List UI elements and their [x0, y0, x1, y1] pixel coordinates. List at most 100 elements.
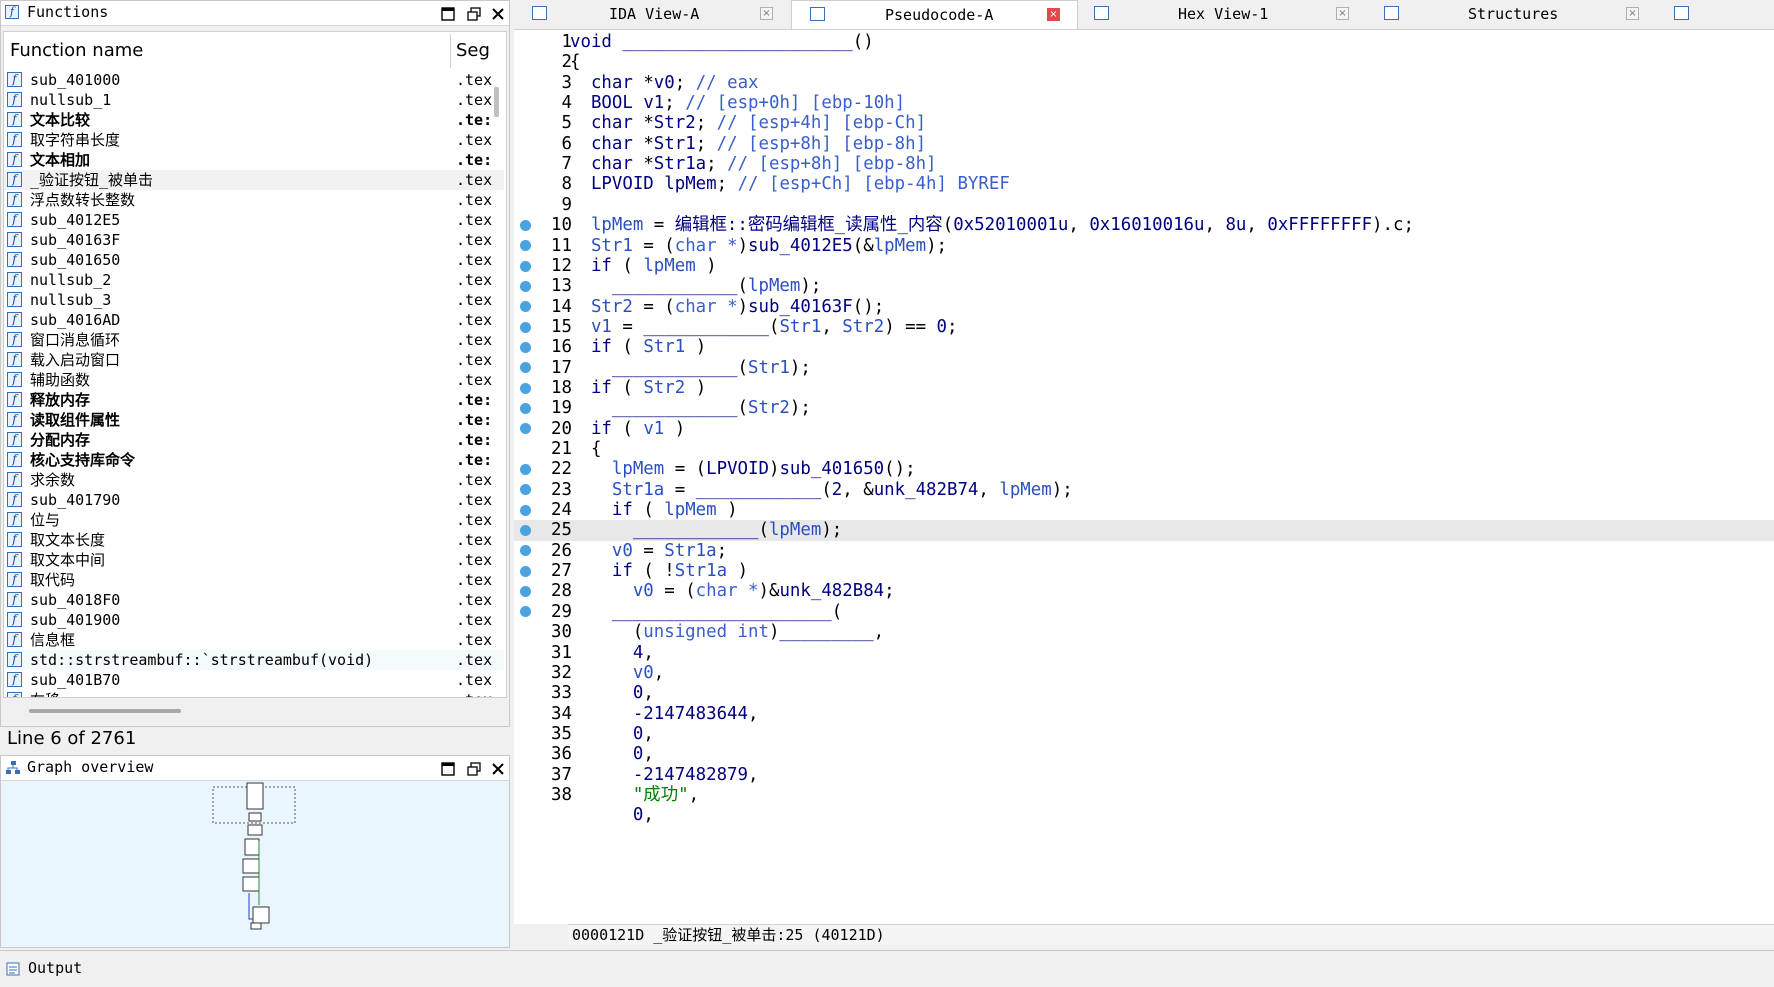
close-icon[interactable]: ×	[1336, 7, 1349, 20]
function-row[interactable]: f sub_401000 .tex	[4, 70, 504, 90]
code-line[interactable]: 16 if ( Str1 )	[514, 337, 1774, 357]
function-row[interactable]: f sub_4012E5 .tex	[4, 210, 504, 230]
function-row[interactable]: f 分配内存 .te:	[4, 430, 504, 450]
horizontal-scrollbar[interactable]	[29, 709, 181, 713]
code-line[interactable]: 11 Str1 = (char *)sub_4012E5(&lpMem);	[514, 236, 1774, 256]
pseudocode-view[interactable]: 1 void ______________________() 2{3 char *…	[514, 30, 1774, 924]
code-line[interactable]: 31 4,	[514, 643, 1774, 663]
code-line[interactable]: 27 if ( !Str1a )	[514, 561, 1774, 581]
code-line[interactable]: 13 ____________(lpMem);	[514, 276, 1774, 296]
function-row[interactable]: f sub_4016AD .tex	[4, 310, 504, 330]
minimize-icon[interactable]	[437, 758, 459, 780]
code-line[interactable]: 22 lpMem = (LPVOID)sub_401650();	[514, 459, 1774, 479]
code-line[interactable]: 28 v0 = (char *)&unk_482B84;	[514, 581, 1774, 601]
code-line[interactable]: 8 LPVOID lpMem; // [esp+Ch] [ebp-4h] BYR…	[514, 174, 1774, 194]
code-line[interactable]: 3 char *v0; // eax	[514, 73, 1774, 93]
code-line[interactable]: 4 BOOL v1; // [esp+0h] [ebp-10h]	[514, 93, 1774, 113]
code-line[interactable]: 10 lpMem = 编辑框::密码编辑框_读属性_内容(0x52010001u…	[514, 215, 1774, 235]
code-line[interactable]: 2{	[514, 52, 1774, 72]
code-line[interactable]: 37 -2147482879,	[514, 765, 1774, 785]
code-line[interactable]: 38 "成功",	[514, 785, 1774, 805]
code-line[interactable]: 9	[514, 195, 1774, 215]
minimize-icon[interactable]	[437, 3, 459, 25]
function-row[interactable]: f sub_401790 .tex	[4, 490, 504, 510]
function-icon: f	[7, 92, 22, 107]
code-line[interactable]: 26 v0 = Str1a;	[514, 541, 1774, 561]
code-line[interactable]: 25 ____________(lpMem);	[514, 520, 1774, 541]
code-line[interactable]: 6 char *Str1; // [esp+8h] [ebp-8h]	[514, 134, 1774, 154]
function-row[interactable]: f 位与 .tex	[4, 510, 504, 530]
code-line[interactable]: 12 if ( lpMem )	[514, 256, 1774, 276]
function-row[interactable]: f 窗口消息循环 .tex	[4, 330, 504, 350]
code-line[interactable]: 7 char *Str1a; // [esp+8h] [ebp-8h]	[514, 154, 1774, 174]
close-icon[interactable]	[487, 758, 509, 780]
function-row[interactable]: f 取字符串长度 .tex	[4, 130, 504, 150]
code-line[interactable]: 29 _____________________(	[514, 602, 1774, 622]
code-line[interactable]: 35 0,	[514, 724, 1774, 744]
code-line[interactable]: 1 void ______________________()	[514, 32, 1774, 52]
vertical-scrollbar[interactable]	[494, 87, 499, 117]
graph-overview-canvas[interactable]	[1, 781, 509, 947]
code-line[interactable]: 36 0,	[514, 744, 1774, 764]
function-row[interactable]: f sub_401B70 .tex	[4, 670, 504, 690]
code-line[interactable]: 21 {	[514, 439, 1774, 459]
code-line[interactable]: 14 Str2 = (char *)sub_40163F();	[514, 297, 1774, 317]
function-row[interactable]: f sub_40163F .tex	[4, 230, 504, 250]
function-row[interactable]: f _验证按钮_被单击 .tex	[4, 170, 504, 190]
tab-pseudocode-a[interactable]: Pseudocode-A ×	[791, 0, 1078, 29]
column-header-segment[interactable]: Seg	[456, 40, 490, 61]
line-number: 9	[561, 194, 572, 215]
function-segment: .tex	[456, 211, 493, 229]
code-line[interactable]: 23 Str1a = ____________(2, &unk_482B74, …	[514, 480, 1774, 500]
code-line[interactable]: 0,	[514, 805, 1774, 825]
function-row[interactable]: f 取文本中间 .tex	[4, 550, 504, 570]
function-row[interactable]: f sub_4018F0 .tex	[4, 590, 504, 610]
function-row[interactable]: f 右移 .tex	[4, 690, 504, 697]
restore-icon[interactable]	[463, 758, 485, 780]
tab-hex-view-1[interactable]: Hex View-1 ×	[1076, 0, 1366, 28]
code-line[interactable]: 20 if ( v1 )	[514, 419, 1774, 439]
line-number: 7	[561, 154, 572, 175]
function-row[interactable]: f 浮点数转长整数 .tex	[4, 190, 504, 210]
function-row[interactable]: f 核心支持库命令 .te:	[4, 450, 504, 470]
close-icon[interactable]	[487, 3, 509, 25]
tab-ida-view-a[interactable]: IDA View-A ×	[514, 0, 791, 28]
code-line[interactable]: 19 ____________(Str2);	[514, 398, 1774, 418]
tab-structures[interactable]: Structures ×	[1366, 0, 1656, 28]
code-line[interactable]: 24 if ( lpMem )	[514, 500, 1774, 520]
function-row[interactable]: f 载入启动窗口 .tex	[4, 350, 504, 370]
function-row[interactable]: f 文本相加 .te:	[4, 150, 504, 170]
function-row[interactable]: f std::strstreambuf::`strstreambuf(void).…	[4, 650, 504, 670]
code-line[interactable]: 32 v0,	[514, 663, 1774, 683]
function-row[interactable]: f 辅助函数 .tex	[4, 370, 504, 390]
code-line[interactable]: 18 if ( Str2 )	[514, 378, 1774, 398]
function-row[interactable]: f 文本比较 .te:	[4, 110, 504, 130]
line-number: 15	[551, 316, 572, 337]
function-row[interactable]: f 释放内存 .te:	[4, 390, 504, 410]
close-icon[interactable]: ×	[1047, 8, 1060, 21]
code-line[interactable]: 30 (unsigned int)_________,	[514, 622, 1774, 642]
function-row[interactable]: f sub_401650 .tex	[4, 250, 504, 270]
function-row[interactable]: f nullsub_3 .tex	[4, 290, 504, 310]
function-row[interactable]: f 取代码 .tex	[4, 570, 504, 590]
restore-icon[interactable]	[463, 3, 485, 25]
code-line[interactable]: 15 v1 = ____________(Str1, Str2) == 0;	[514, 317, 1774, 337]
line-number: 24	[551, 500, 572, 521]
code-line[interactable]: 34 -2147483644,	[514, 704, 1774, 724]
code-line[interactable]: 33 0,	[514, 683, 1774, 703]
column-header-function-name[interactable]: Function name	[10, 40, 143, 61]
function-row[interactable]: f 求余数 .tex	[4, 470, 504, 490]
function-row[interactable]: f 读取组件属性 .te:	[4, 410, 504, 430]
function-row[interactable]: f 信息框 .tex	[4, 630, 504, 650]
close-icon[interactable]: ×	[760, 7, 773, 20]
function-row[interactable]: f nullsub_1 .tex	[4, 90, 504, 110]
code-line[interactable]: 5 char *Str2; // [esp+4h] [ebp-Ch]	[514, 113, 1774, 133]
function-row[interactable]: f sub_401900 .tex	[4, 610, 504, 630]
close-icon[interactable]: ×	[1626, 7, 1639, 20]
column-divider[interactable]	[450, 34, 451, 68]
code-line[interactable]: 17 ____________(Str1);	[514, 358, 1774, 378]
tab-more[interactable]	[1656, 0, 1756, 28]
functions-list[interactable]: Function name Seg f sub_401000 .tex f nullsu…	[3, 31, 507, 698]
function-row[interactable]: f nullsub_2 .tex	[4, 270, 504, 290]
function-row[interactable]: f 取文本长度 .tex	[4, 530, 504, 550]
